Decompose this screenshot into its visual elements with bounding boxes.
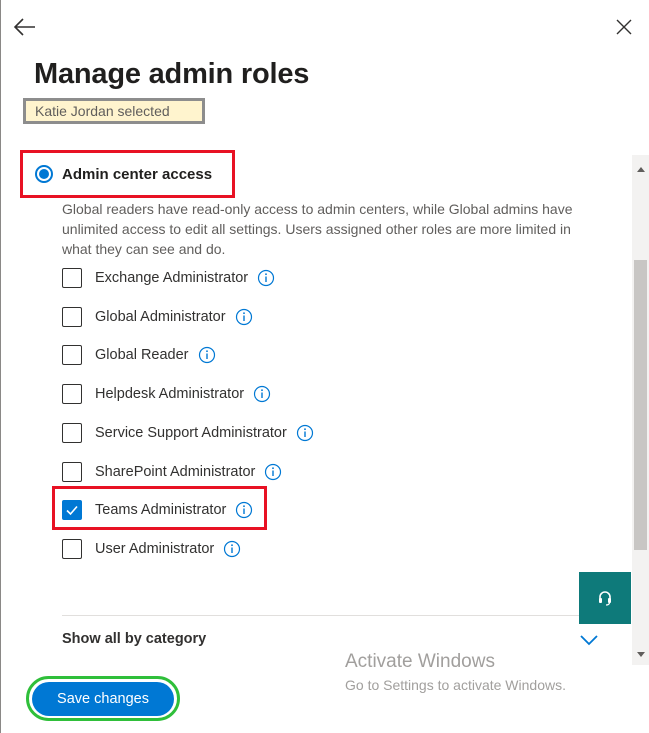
watermark-subtitle: Go to Settings to activate Windows. bbox=[345, 677, 566, 693]
role-checkbox[interactable] bbox=[62, 384, 82, 404]
role-row-exchange-administrator[interactable]: Exchange Administrator bbox=[62, 266, 275, 290]
info-icon[interactable] bbox=[223, 540, 241, 558]
role-checkbox[interactable] bbox=[62, 423, 82, 443]
scroll-up-arrow[interactable] bbox=[632, 162, 649, 176]
close-icon[interactable] bbox=[612, 15, 636, 39]
role-checkbox[interactable] bbox=[62, 539, 82, 559]
info-icon[interactable] bbox=[235, 308, 253, 326]
page-title: Manage admin roles bbox=[34, 58, 310, 90]
checkmark-icon bbox=[66, 505, 78, 516]
panel-left-border bbox=[0, 0, 1, 733]
show-all-by-category-toggle[interactable]: Show all by category bbox=[62, 631, 206, 647]
headset-icon bbox=[599, 591, 611, 606]
scroll-down-arrow[interactable] bbox=[632, 648, 649, 662]
role-label: User Administrator bbox=[95, 541, 215, 557]
role-label: Global Reader bbox=[95, 347, 189, 363]
help-support-button[interactable] bbox=[579, 572, 631, 624]
role-label: SharePoint Administrator bbox=[95, 464, 256, 480]
radio-selected-dot bbox=[39, 169, 49, 179]
back-arrow-icon[interactable] bbox=[12, 14, 38, 40]
role-checkbox[interactable] bbox=[62, 307, 82, 327]
save-changes-button[interactable]: Save changes bbox=[32, 681, 174, 716]
role-label: Global Administrator bbox=[95, 309, 226, 325]
info-icon[interactable] bbox=[296, 424, 314, 442]
watermark-title: Activate Windows bbox=[345, 651, 495, 672]
activate-windows-watermark: Activate Windows Go to Settings to activ… bbox=[345, 651, 566, 693]
info-icon[interactable] bbox=[264, 463, 282, 481]
role-checkbox[interactable] bbox=[62, 462, 82, 482]
role-row-global-reader[interactable]: Global Reader bbox=[62, 343, 216, 367]
role-row-global-administrator[interactable]: Global Administrator bbox=[62, 305, 253, 329]
info-icon[interactable] bbox=[257, 269, 275, 287]
role-row-helpdesk-administrator[interactable]: Helpdesk Administrator bbox=[62, 382, 271, 406]
role-row-sharepoint-administrator[interactable]: SharePoint Administrator bbox=[62, 460, 282, 484]
info-icon[interactable] bbox=[198, 346, 216, 364]
info-icon[interactable] bbox=[235, 501, 253, 519]
role-row-teams-administrator[interactable]: Teams Administrator bbox=[62, 498, 253, 522]
access-description: Global readers have read-only access to … bbox=[62, 201, 573, 257]
scrollbar-thumb[interactable] bbox=[634, 260, 647, 550]
role-label: Helpdesk Administrator bbox=[95, 386, 245, 402]
role-label: Exchange Administrator bbox=[95, 270, 249, 286]
radio-label: Admin center access bbox=[62, 165, 213, 183]
selected-user-badge: Katie Jordan selected bbox=[23, 98, 205, 124]
role-row-service-support-administrator[interactable]: Service Support Administrator bbox=[62, 421, 314, 445]
role-row-user-administrator[interactable]: User Administrator bbox=[62, 537, 241, 561]
info-icon[interactable] bbox=[253, 385, 271, 403]
divider bbox=[62, 615, 612, 616]
role-label: Teams Administrator bbox=[95, 502, 227, 518]
role-checkbox[interactable] bbox=[62, 268, 82, 288]
chevron-down-icon[interactable] bbox=[578, 632, 600, 648]
role-checkbox[interactable] bbox=[62, 345, 82, 365]
role-label: Service Support Administrator bbox=[95, 425, 287, 441]
admin-center-access-radio[interactable]: Admin center access bbox=[20, 150, 235, 198]
role-checkbox[interactable] bbox=[62, 500, 82, 520]
save-button-highlight: Save changes bbox=[26, 676, 180, 721]
radio-button[interactable] bbox=[35, 165, 53, 183]
